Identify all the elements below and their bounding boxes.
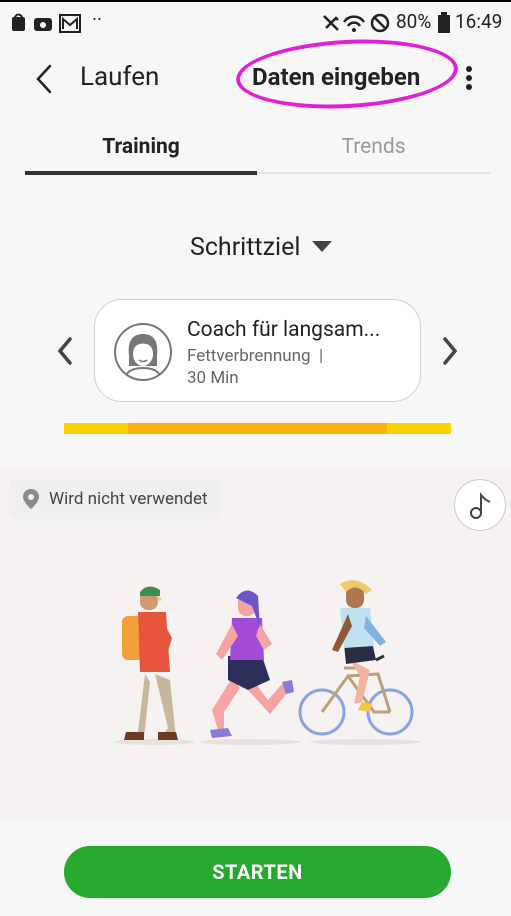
enter-data-button[interactable]: Daten eingeben	[252, 63, 420, 91]
battery-percent: 80%	[396, 10, 432, 33]
program-title: Coach für langsam...	[187, 318, 381, 342]
location-pin-icon	[23, 489, 39, 509]
music-note-icon	[470, 492, 491, 519]
notification-icons	[12, 13, 81, 33]
goal-label: Schrittziel	[190, 232, 301, 262]
coach-avatar-icon	[114, 323, 172, 381]
overflow-dots: ··	[92, 8, 102, 31]
status-bar: ·· 80% 16:49	[0, 0, 511, 40]
dropdown-arrow-icon	[312, 241, 333, 252]
music-button[interactable]	[454, 479, 506, 531]
intensity-segment	[128, 423, 387, 434]
program-type: Fettverbrennung |	[187, 346, 324, 366]
more-options-icon[interactable]	[463, 64, 475, 94]
clock: 16:49	[455, 10, 503, 33]
intensity-segment	[64, 423, 128, 434]
intensity-segment	[387, 423, 451, 434]
page-title: Laufen	[80, 62, 160, 92]
tab-trends[interactable]: Trends	[257, 135, 490, 159]
location-label: Wird nicht verwendet	[49, 489, 208, 509]
next-program-icon[interactable]	[441, 336, 459, 366]
location-chip[interactable]: Wird nicht verwendet	[9, 479, 220, 519]
program-card[interactable]: Coach für langsam... Fettverbrennung | 3…	[94, 299, 421, 402]
previous-program-icon[interactable]	[56, 336, 74, 366]
tab-indicator	[25, 171, 257, 175]
runners-illustration	[115, 580, 420, 745]
back-arrow-icon[interactable]	[34, 64, 54, 94]
program-duration: 30 Min	[187, 368, 239, 388]
connectivity-icons	[323, 13, 390, 33]
start-button[interactable]: STARTEN	[64, 846, 451, 898]
battery-icon	[438, 12, 450, 33]
tab-training[interactable]: Training	[25, 135, 257, 159]
intensity-bar	[64, 423, 451, 434]
goal-selector[interactable]: Schrittziel	[190, 230, 333, 264]
